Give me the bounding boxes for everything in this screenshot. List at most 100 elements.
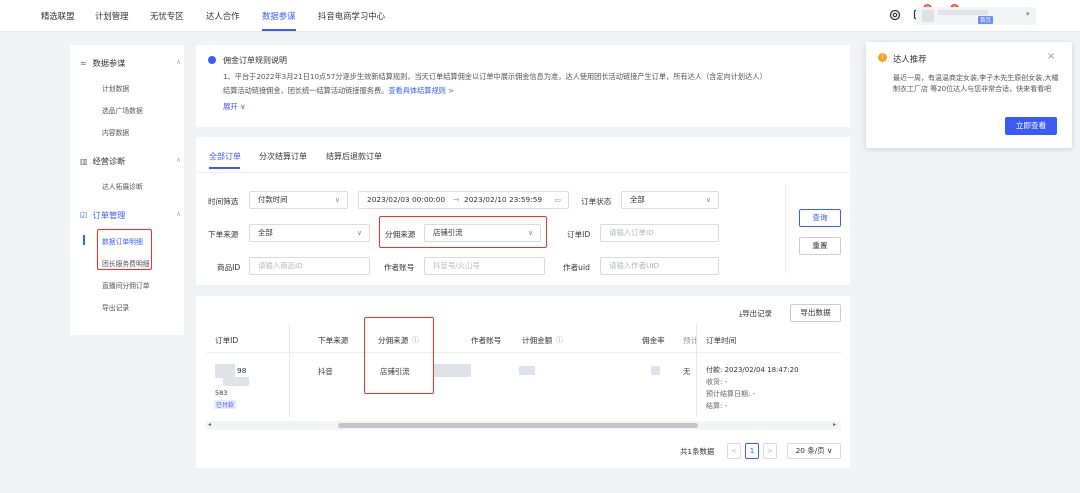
time-type-select[interactable]: 付款时间 ∨ [249, 191, 348, 209]
author-account-input[interactable]: 抖音号/火山号 [424, 257, 545, 275]
col-commission-amount: 计佣金额 [522, 336, 553, 345]
help-icon[interactable]: ⓘ [556, 335, 563, 345]
tab-split-settlement[interactable]: 分次结算订单 [259, 151, 307, 162]
estimated-value: 无 [683, 367, 691, 376]
page-1-button[interactable]: 1 [745, 443, 759, 459]
user-tag: 首页 [978, 16, 994, 24]
order-status-select[interactable]: 全部 ∨ [621, 191, 719, 209]
order-status-value: 全部 [630, 195, 645, 204]
author-account-label: 作者账号 [384, 263, 415, 272]
pagination-total: 共1条数据 [680, 447, 715, 456]
sidebar: ≈ 数据参谋 ∧ 计划数据 选品广场数据 内容数据 ▥ 经营诊断 ∧ 达人拓展诊… [70, 45, 184, 335]
sidebar-item-live-commission[interactable]: 直播间分佣订单 [102, 280, 150, 290]
author-uid-label: 作者uid [563, 263, 590, 272]
order-source-select[interactable]: 全部 ∨ [249, 224, 370, 242]
date-end: 2023/02/10 23:59:59 [464, 195, 543, 204]
sidebar-item-plan-data[interactable]: 计划数据 [102, 83, 129, 93]
info-icon [208, 56, 216, 64]
expected-settle-date: 预计结算日期: - [706, 390, 756, 398]
active-indicator [83, 235, 85, 245]
time-type-value: 付款时间 [258, 195, 288, 204]
chevron-down-icon: ∨ [705, 196, 711, 204]
export-data-button[interactable]: 导出数据 [790, 304, 841, 322]
settle-time: 结算: - [706, 402, 728, 410]
expand-link[interactable]: 展开 ∨ [223, 101, 246, 112]
header-divider [206, 352, 841, 353]
sidebar-item-content-data[interactable]: 内容数据 [102, 127, 129, 137]
order-status-label: 订单状态 [581, 197, 612, 206]
highlight-box-column [364, 317, 434, 394]
col-author-account: 作者账号 [471, 336, 502, 345]
commission-amount-blurred [519, 366, 535, 375]
sidebar-group-orders[interactable]: ☑ 订单管理 ∧ [80, 209, 181, 221]
nav-learning-center[interactable]: 抖音电商学习中心 [318, 10, 385, 22]
author-account-blurred [433, 364, 471, 377]
product-id-label: 商品ID [217, 263, 241, 272]
fixed-col-divider [289, 324, 290, 417]
tab-refund-after-settlement[interactable]: 结算后退款订单 [326, 151, 382, 162]
tab-all-orders[interactable]: 全部订单 [209, 151, 241, 162]
sidebar-group-data-advisor[interactable]: ≈ 数据参谋 ∧ [80, 57, 181, 69]
col-order-source: 下单来源 [318, 336, 349, 345]
sidebar-item-export-records[interactable]: 导出记录 [102, 302, 129, 312]
user-name-blurred [938, 10, 988, 15]
product-id-input[interactable]: 请输入商品ID [249, 257, 370, 275]
scroll-left-icon[interactable]: ◂ [208, 421, 211, 428]
notice-title: 佣金订单规则说明 [223, 56, 287, 65]
col-order-id: 订单ID [215, 336, 239, 345]
sidebar-group-diagnosis[interactable]: ▥ 经营诊断 ∧ [80, 155, 181, 167]
popup-title: 达人推荐 [893, 54, 927, 64]
filter-divider [785, 184, 786, 274]
sidebar-group-label: 数据参谋 [92, 58, 126, 68]
chevron-down-icon: ∨ [334, 196, 340, 204]
author-uid-input[interactable]: 请输入作者UID [600, 257, 719, 275]
reset-button[interactable]: 重置 [799, 237, 841, 255]
nav-kol-cooperation[interactable]: 达人合作 [206, 10, 240, 22]
col-commission-rate: 佣金率 [642, 336, 665, 345]
notice-panel: 佣金订单规则说明 1、平台于2022年3月21日10点57分逐步生效新结算规则，… [196, 45, 850, 127]
notice-line2-text: 结算活动链接佣金，团长统一结算活动链接服务费。 [223, 86, 389, 95]
pay-time: 付款: 2023/02/04 18:47:20 [706, 366, 799, 374]
view-now-button[interactable]: 立即查看 [1005, 117, 1057, 135]
receive-time: 收货: - [706, 378, 728, 386]
tab-underline [209, 167, 240, 169]
scroll-right-icon[interactable]: ▸ [833, 421, 836, 428]
nav-jingxuan[interactable]: 精选联盟 [41, 10, 75, 22]
fixed-col-divider [696, 324, 697, 417]
tab-divider [196, 172, 850, 173]
notice-line2: 结算活动链接佣金，团长统一结算活动链接服务费。查看具体结算规则 > [223, 86, 454, 96]
popup-body: 最近一周，有温温商定女装,李子木先生原创女装,大橘制衣工厂店 等20位达人与您非… [893, 74, 1059, 93]
nav-plan-management[interactable]: 计划管理 [95, 10, 129, 22]
settings-icon[interactable] [888, 8, 902, 22]
chevron-up-icon: ∧ [176, 210, 182, 218]
prev-page-button[interactable]: < [727, 443, 741, 459]
order-status-badge: 已付款 [214, 400, 237, 409]
warning-icon: ! [878, 53, 887, 62]
date-range-picker[interactable]: 2023/02/03 00:00:00 → 2023/02/10 23:59:5… [358, 191, 569, 209]
order-id-label: 订单ID [567, 230, 591, 239]
query-button[interactable]: 查询 [799, 209, 841, 227]
next-page-button[interactable]: > [763, 443, 777, 459]
order-icon: ☑ [80, 211, 88, 220]
order-id-input[interactable]: 请输入订单ID [600, 224, 719, 242]
export-records-label: 导出记录 [742, 309, 772, 318]
user-menu[interactable]: 首页 ▾ [916, 7, 1036, 25]
calendar-icon: ▭ [554, 196, 561, 204]
order-source-label: 下单来源 [208, 230, 239, 239]
chevron-up-icon: ∧ [176, 156, 182, 164]
settlement-rules-link[interactable]: 查看具体结算规则 > [388, 86, 454, 95]
sidebar-item-kol-diagnosis[interactable]: 达人拓展诊断 [102, 181, 143, 191]
scrollbar-thumb[interactable] [338, 423, 698, 428]
highlight-box-filter [379, 216, 547, 248]
nav-data-advisor[interactable]: 数据参谋 [262, 10, 296, 31]
nav-wuyou[interactable]: 无忧专区 [150, 10, 184, 22]
page-size-select[interactable]: 20 条/页 ∨ [787, 443, 841, 459]
chart-line-icon: ≈ [80, 59, 87, 68]
horizontal-scrollbar[interactable]: ◂ ▸ [206, 421, 841, 430]
export-records-link[interactable]: ⤓导出记录 [739, 308, 772, 319]
order-id-blurred [215, 364, 235, 378]
sidebar-item-product-square-data[interactable]: 选品广场数据 [102, 105, 143, 115]
close-icon[interactable]: × [1047, 51, 1055, 62]
top-navigation-bar: 精选联盟 计划管理 无忧专区 达人合作 数据参谋 抖音电商学习中心 8 9 首页… [0, 0, 1080, 32]
date-separator: → [453, 195, 460, 204]
